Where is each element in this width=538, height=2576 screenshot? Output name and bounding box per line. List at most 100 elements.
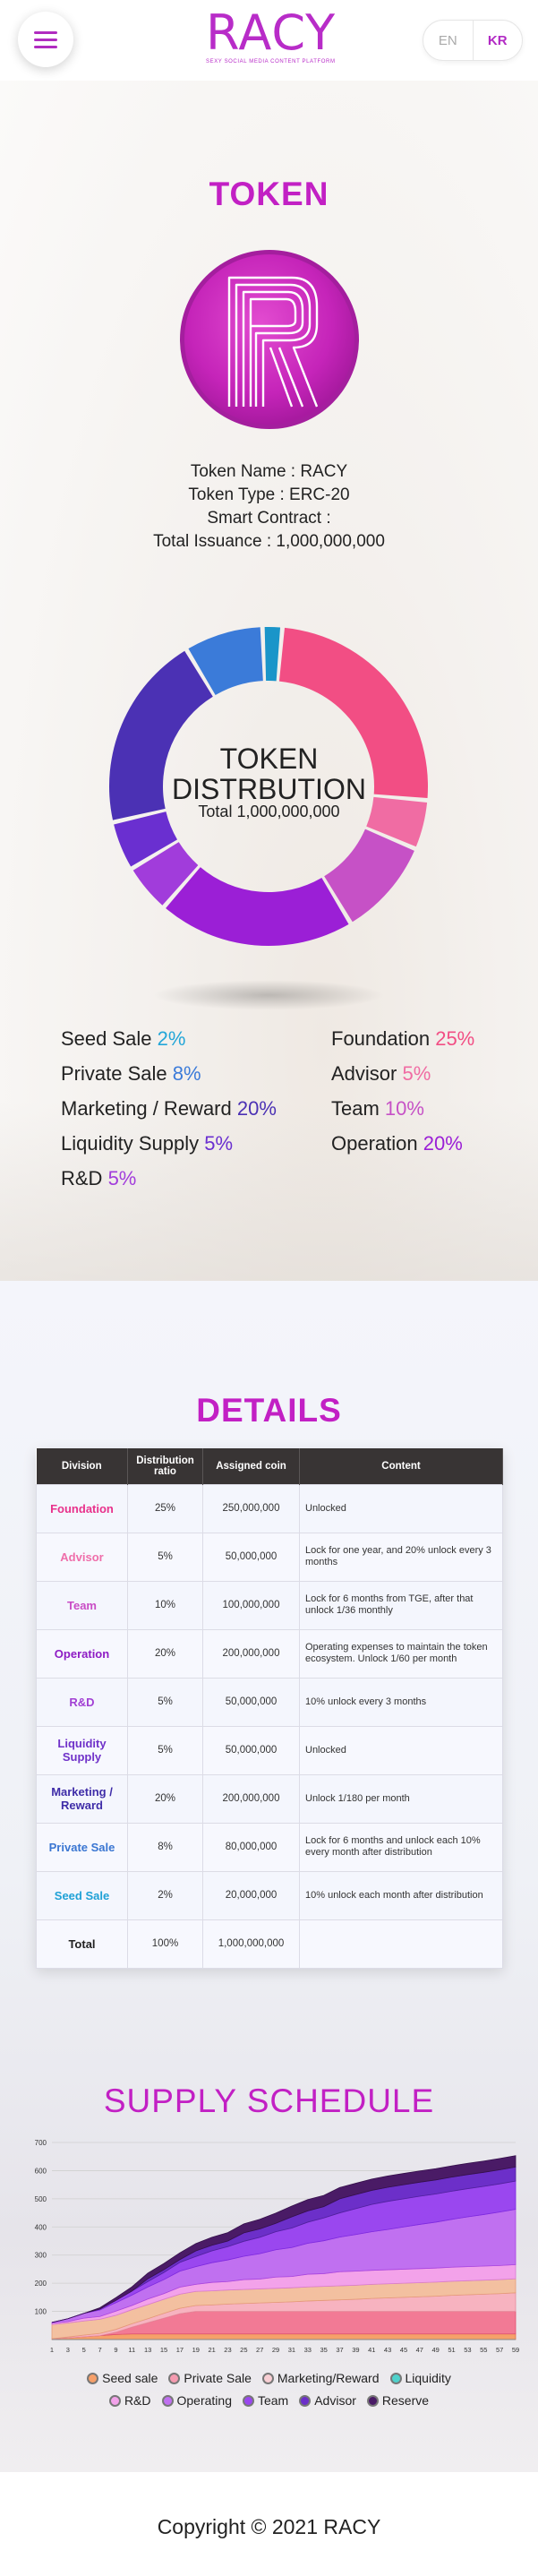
cell-ratio: 5% <box>127 1532 203 1582</box>
hamburger-menu-button[interactable] <box>18 12 73 67</box>
cell-division: R&D <box>36 1677 128 1727</box>
token-info-block: Token Name : RACY Token Type : ERC-20 Sm… <box>0 460 538 554</box>
supply-legend-item-r-d: R&D <box>108 2393 151 2408</box>
cell-division: Total <box>36 1919 128 1969</box>
y-tick-label: 700 <box>35 2139 47 2147</box>
legend-item-marketing-reward: Marketing / Reward 20% <box>61 1091 277 1126</box>
supply-legend-item-liquidity: Liquidity <box>389 2371 451 2385</box>
cell-coin: 200,000,000 <box>202 1628 300 1679</box>
x-tick-label: 31 <box>288 2346 295 2354</box>
legend-swatch <box>299 2395 312 2407</box>
language-switch: EN KR <box>423 20 523 61</box>
racy-logo[interactable]: RACY SEXY SOCIAL MEDIA CONTENT PLATFORM <box>206 4 337 72</box>
legend-item-operation: Operation 20% <box>331 1126 474 1161</box>
legend-swatch <box>87 2373 99 2384</box>
y-tick-label: 400 <box>35 2223 47 2231</box>
legend-item-seed-sale: Seed Sale 2% <box>61 1021 277 1056</box>
legend-item-r-d: R&D 5% <box>61 1161 277 1196</box>
x-tick-label: 29 <box>272 2346 279 2354</box>
supply-schedule-chart: 1002003004005006007001 3 5 7 9 11 13 15 17 19 21 23… <box>35 2139 519 2354</box>
legend-label: Private Sale <box>61 1062 173 1085</box>
cell-ratio: 100% <box>127 1919 203 1969</box>
donut-slice-operation <box>166 867 349 946</box>
x-tick-label: 15 <box>160 2346 167 2354</box>
x-tick-label: 45 <box>400 2346 407 2354</box>
x-tick-label: 7 <box>98 2346 102 2354</box>
cell-division: Advisor <box>36 1532 128 1582</box>
legend-percent: 5% <box>204 1132 234 1155</box>
x-tick-label: 5 <box>82 2346 86 2354</box>
cell-division: Foundation <box>36 1483 128 1533</box>
x-tick-label: 17 <box>176 2346 184 2354</box>
token-name-line: Token Name : RACY <box>190 462 348 481</box>
legend-swatch <box>161 2395 174 2407</box>
legend-label: Liquidity <box>405 2371 451 2385</box>
donut-slice-seed-sale <box>264 627 281 682</box>
cell-coin: 80,000,000 <box>202 1822 300 1872</box>
table-row: Advisor 5% 50,000,000 Lock for one year, an… <box>36 1532 503 1582</box>
x-tick-label: 11 <box>128 2346 135 2354</box>
supply-legend-row-2: R&D Operating Team Advisor Reserve <box>0 2393 538 2408</box>
x-tick-label: 47 <box>416 2346 423 2354</box>
x-tick-label: 9 <box>114 2346 117 2354</box>
legend-percent: 8% <box>172 1062 201 1085</box>
legend-label: Operation <box>331 1132 423 1155</box>
cell-ratio: 25% <box>127 1483 203 1533</box>
legend-swatch <box>366 2395 379 2407</box>
x-tick-label: 27 <box>256 2346 263 2354</box>
col-header-content: Content <box>299 1448 503 1484</box>
supply-legend-item-team: Team <box>242 2393 288 2408</box>
x-tick-label: 41 <box>368 2346 375 2354</box>
cell-ratio: 5% <box>127 1725 203 1775</box>
legend-swatch <box>242 2395 254 2407</box>
legend-swatch <box>389 2373 402 2384</box>
site-footer: Copyright © 2021 RACY <box>0 2472 538 2576</box>
copyright-text: Copyright © 2021 RACY <box>157 2515 381 2538</box>
legend-label: Seed sale <box>102 2371 158 2385</box>
x-tick-label: 39 <box>352 2346 359 2354</box>
x-tick-label: 55 <box>480 2346 487 2354</box>
hamburger-icon-bar-top <box>34 31 57 34</box>
distribution-legend-right: Foundation 25% Advisor 5% Team 10% Operatio… <box>331 1021 474 1161</box>
cell-content: Lock for 6 months and unlock each 10% ev… <box>299 1822 503 1872</box>
distribution-legend-left: Seed Sale 2% Private Sale 8% Marketing / R… <box>61 1021 277 1196</box>
logo-wordmark: RACY <box>206 4 337 61</box>
cell-division: Seed Sale <box>36 1870 128 1920</box>
legend-item-foundation: Foundation 25% <box>331 1021 474 1056</box>
cell-division: Team <box>36 1580 128 1630</box>
lang-en-button[interactable]: EN <box>423 21 474 60</box>
legend-percent: 5% <box>107 1167 137 1189</box>
cell-content: 10% unlock each month after distribution <box>299 1870 503 1920</box>
x-tick-label: 53 <box>464 2346 471 2354</box>
cell-content: Lock for one year, and 20% unlock every … <box>299 1532 503 1582</box>
cell-division: Liquidity Supply <box>36 1725 128 1775</box>
y-tick-label: 500 <box>35 2195 47 2203</box>
legend-percent: 10% <box>384 1097 424 1120</box>
supply-legend-item-private-sale: Private Sale <box>168 2371 252 2385</box>
cell-coin: 200,000,000 <box>202 1773 300 1824</box>
col-header-coin: Assigned coin <box>202 1448 300 1484</box>
x-tick-label: 37 <box>336 2346 343 2354</box>
legend-item-advisor: Advisor 5% <box>331 1056 474 1091</box>
cell-ratio: 20% <box>127 1628 203 1679</box>
supply-legend-row-1: Seed sale Private Sale Marketing/Reward Liq… <box>0 2371 538 2385</box>
x-tick-label: 13 <box>144 2346 151 2354</box>
cell-content: Unlocked <box>299 1725 503 1775</box>
site-header: RACY SEXY SOCIAL MEDIA CONTENT PLATFORM … <box>0 0 538 81</box>
legend-swatch <box>108 2395 121 2407</box>
legend-percent: 20% <box>236 1097 277 1120</box>
lang-kr-button[interactable]: KR <box>474 21 523 60</box>
table-row: Liquidity Supply 5% 50,000,000 Unlocked <box>36 1725 503 1775</box>
legend-item-liquidity-supply: Liquidity Supply 5% <box>61 1126 277 1161</box>
supply-legend-item-seed-sale: Seed sale <box>87 2371 158 2385</box>
cell-content: Unlock 1/180 per month <box>299 1773 503 1824</box>
token-type-line: Token Type : ERC-20 <box>188 485 350 504</box>
cell-coin: 50,000,000 <box>202 1725 300 1775</box>
cell-ratio: 20% <box>127 1773 203 1824</box>
cell-content: Lock for 6 months from TGE, after that u… <box>299 1580 503 1630</box>
legend-item-private-sale: Private Sale 8% <box>61 1056 277 1091</box>
table-row: Marketing / Reward 20% 200,000,000 Unlock 1… <box>36 1773 503 1824</box>
legend-label: Operating <box>176 2393 232 2408</box>
x-tick-label: 51 <box>448 2346 455 2354</box>
supply-legend-item-advisor: Advisor <box>299 2393 356 2408</box>
